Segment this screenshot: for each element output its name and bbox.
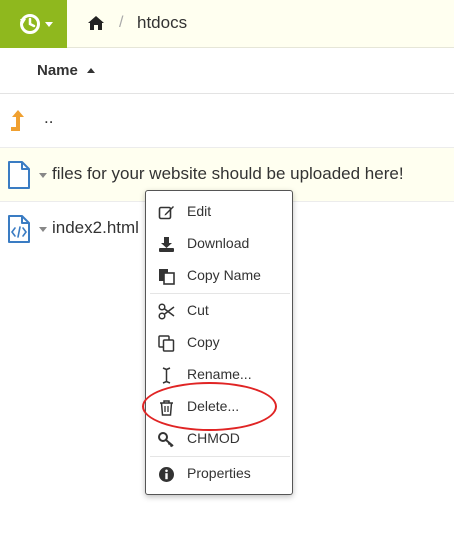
chevron-down-icon (45, 22, 53, 27)
home-icon[interactable] (87, 15, 105, 36)
text-cursor-icon (158, 367, 175, 384)
code-file-icon (7, 215, 31, 248)
menu-item-label: Edit (187, 203, 212, 219)
menu-item-edit[interactable]: Edit (146, 196, 292, 228)
menu-item-label: Delete... (187, 398, 240, 414)
menu-item-label: Download (187, 235, 250, 251)
menu-item-label: Copy Name (187, 267, 261, 283)
menu-item-label: Cut (187, 302, 209, 318)
file-name: index2.html (52, 218, 139, 237)
copy-name-icon (158, 268, 175, 285)
menu-item-label: Copy (187, 334, 220, 350)
menu-item-rename[interactable]: Rename... (146, 359, 292, 391)
key-icon (158, 431, 175, 448)
download-icon (158, 236, 175, 253)
menu-item-cut[interactable]: Cut (146, 295, 292, 327)
menu-item-label: CHMOD (187, 430, 240, 446)
scissors-icon (158, 303, 175, 320)
trash-icon (158, 399, 175, 416)
menu-item-download[interactable]: Download (146, 228, 292, 260)
menu-item-copy-name[interactable]: Copy Name (146, 260, 292, 292)
menu-item-label: Rename... (187, 366, 252, 382)
toolbar: / htdocs (0, 0, 454, 48)
menu-item-copy[interactable]: Copy (146, 327, 292, 359)
sort-ascending-icon (87, 68, 95, 73)
menu-item-chmod[interactable]: CHMOD (146, 423, 292, 455)
info-icon (158, 466, 175, 483)
file-icon (7, 161, 31, 194)
history-button[interactable] (0, 0, 67, 48)
edit-icon (158, 204, 175, 221)
file-row-parent[interactable]: .. (0, 94, 454, 148)
level-up-icon (7, 107, 31, 138)
menu-divider (150, 293, 290, 294)
breadcrumb-separator: / (119, 14, 124, 31)
copy-icon (158, 335, 175, 352)
context-menu: Edit Download Copy Name Cut Copy Rename.… (145, 190, 293, 495)
file-list-header: Name (0, 48, 454, 94)
menu-divider (150, 456, 290, 457)
file-name: files for your website should be uploade… (52, 164, 404, 183)
name-column-header[interactable]: Name (37, 62, 78, 79)
menu-item-delete[interactable]: Delete... (146, 391, 292, 423)
breadcrumb-current-folder[interactable]: htdocs (137, 13, 187, 33)
file-name: .. (44, 108, 54, 127)
chevron-down-icon[interactable] (39, 173, 47, 178)
menu-item-properties[interactable]: Properties (146, 458, 292, 490)
chevron-down-icon[interactable] (39, 227, 47, 232)
menu-item-label: Properties (187, 465, 251, 481)
